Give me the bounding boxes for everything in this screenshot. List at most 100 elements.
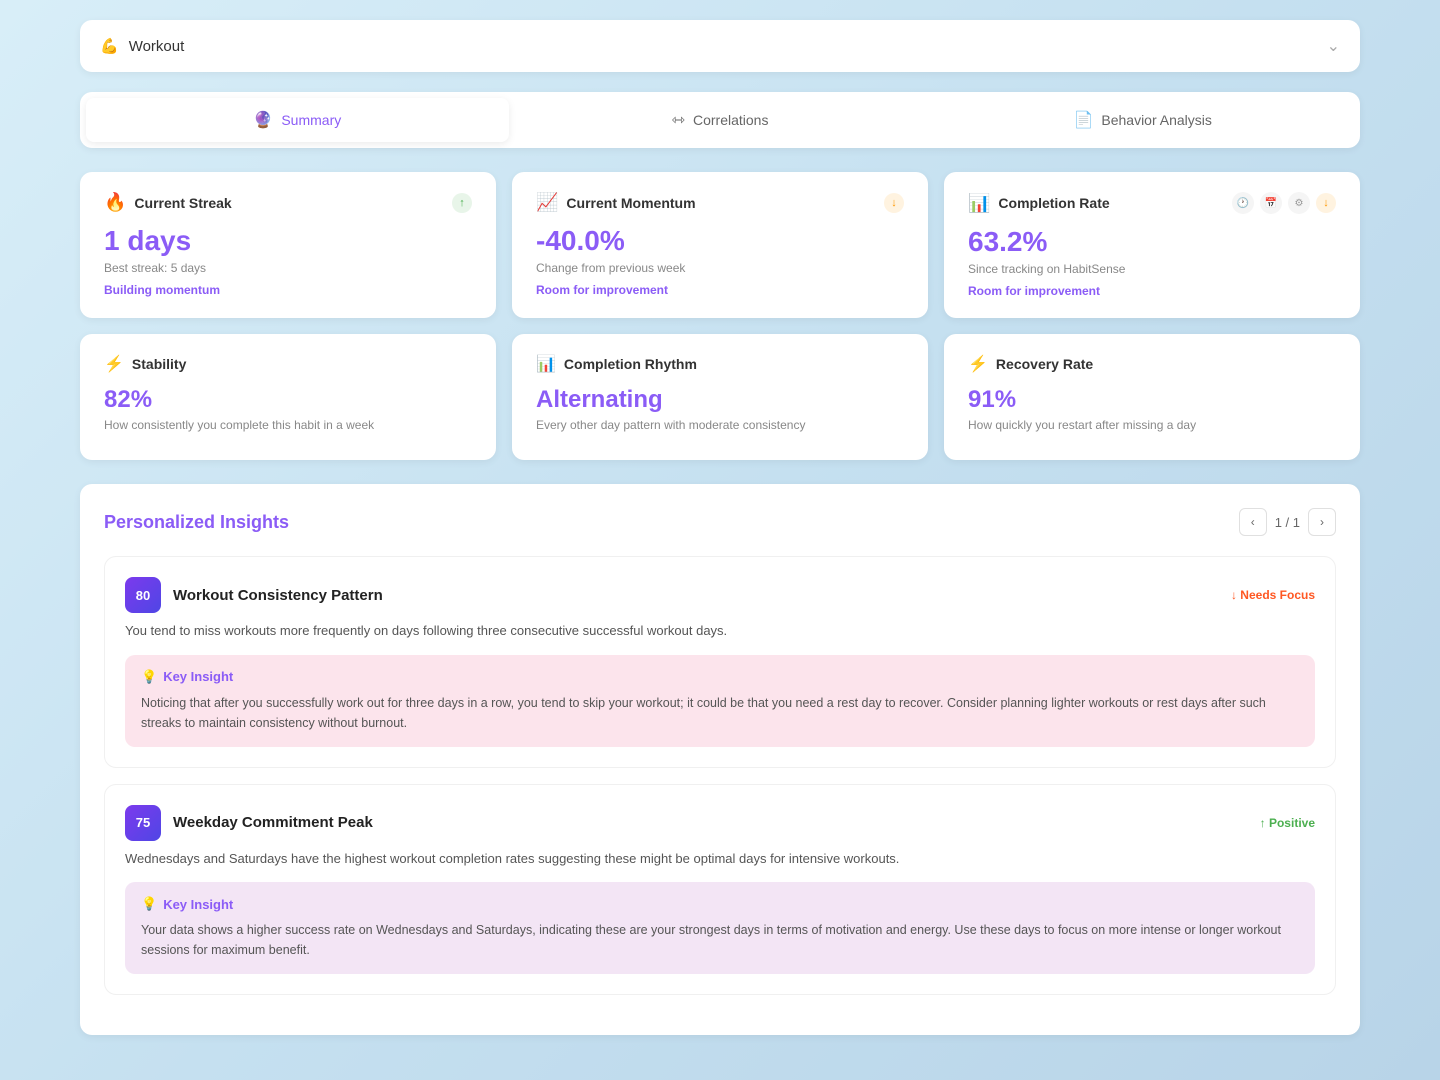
stability-title: Stability — [132, 356, 186, 372]
recovery-rate-card: ⚡ Recovery Rate 91% How quickly you rest… — [944, 334, 1360, 460]
chevron-down-icon: ⌄ — [1327, 36, 1340, 56]
completion-rate-subtitle: Since tracking on HabitSense — [968, 262, 1336, 276]
insight-0-key-text: Noticing that after you successfully wor… — [141, 693, 1299, 733]
clock-icon: 🕐 — [1232, 192, 1254, 214]
tab-summary[interactable]: 🔮 Summary — [86, 98, 509, 142]
completion-rate-card: 📊 Completion Rate 🕐 📅 ⚙ ↓ 63.2% Since tr… — [944, 172, 1360, 318]
workout-selector[interactable]: 💪 Workout ⌄ — [80, 20, 1360, 72]
completion-rate-header-icons: 🕐 📅 ⚙ ↓ — [1232, 192, 1336, 214]
insight-0-key-box: 💡 Key Insight Noticing that after you su… — [125, 655, 1315, 747]
insights-pagination: ‹ 1 / 1 › — [1239, 508, 1336, 536]
current-streak-title: Current Streak — [134, 195, 231, 211]
stability-header: ⚡ Stability — [104, 354, 472, 374]
completion-rhythm-title-group: 📊 Completion Rhythm — [536, 354, 697, 374]
workout-selector-content: 💪 Workout — [100, 37, 184, 55]
current-streak-subtitle: Best streak: 5 days — [104, 261, 472, 275]
current-momentum-header: 📈 Current Momentum ↓ — [536, 192, 904, 213]
insight-0-key-label: Key Insight — [163, 669, 233, 684]
stability-desc: How consistently you complete this habit… — [104, 418, 472, 432]
insight-card-1: 75 Weekday Commitment Peak ↑ Positive We… — [104, 784, 1336, 996]
insight-card-0-left: 80 Workout Consistency Pattern — [125, 577, 383, 613]
current-momentum-tag: Room for improvement — [536, 283, 904, 297]
completion-rhythm-header: 📊 Completion Rhythm — [536, 354, 904, 374]
workout-emoji-icon: 💪 — [100, 37, 119, 55]
current-streak-card: 🔥 Current Streak ↑ 1 days Best streak: 5… — [80, 172, 496, 318]
correlations-tab-label: Correlations — [693, 112, 768, 128]
completion-rhythm-card: 📊 Completion Rhythm Alternating Every ot… — [512, 334, 928, 460]
insight-1-badge: ↑ Positive — [1260, 816, 1315, 830]
tab-correlations[interactable]: ⇿ Correlations — [509, 98, 932, 142]
current-momentum-subtitle: Change from previous week — [536, 261, 904, 275]
workout-selector-label: Workout — [129, 38, 185, 55]
insights-section: Personalized Insights ‹ 1 / 1 › 80 Worko… — [80, 484, 1360, 1035]
bar-chart-sm-icon: 📊 — [536, 354, 556, 374]
current-streak-tag: Building momentum — [104, 283, 472, 297]
summary-tab-label: Summary — [281, 112, 341, 128]
recovery-rate-title-group: ⚡ Recovery Rate — [968, 354, 1093, 374]
completion-rate-value: 63.2% — [968, 226, 1336, 258]
insight-1-score: 75 — [125, 805, 161, 841]
calendar-icon: 📅 — [1260, 192, 1282, 214]
current-streak-value: 1 days — [104, 225, 472, 257]
current-momentum-title-group: 📈 Current Momentum — [536, 192, 696, 213]
summary-tab-icon: 🔮 — [253, 110, 273, 130]
recovery-rate-value: 91% — [968, 386, 1336, 414]
completion-rate-title: Completion Rate — [998, 195, 1109, 211]
insight-1-key-header: 💡 Key Insight — [141, 896, 1299, 912]
insight-1-key-label: Key Insight — [163, 897, 233, 912]
insight-0-key-header: 💡 Key Insight — [141, 669, 1299, 685]
insight-1-key-text: Your data shows a higher success rate on… — [141, 920, 1299, 960]
completion-rate-header: 📊 Completion Rate 🕐 📅 ⚙ ↓ — [968, 192, 1336, 214]
pagination-next-button[interactable]: › — [1308, 508, 1336, 536]
trending-up-icon: 📈 — [536, 192, 558, 213]
current-momentum-title: Current Momentum — [566, 195, 695, 211]
insight-1-title: Weekday Commitment Peak — [173, 814, 373, 831]
behavior-tab-icon: 📄 — [1073, 110, 1093, 130]
flame-icon: 🔥 — [104, 192, 126, 213]
insights-title: Personalized Insights — [104, 512, 289, 533]
tabs-container: 🔮 Summary ⇿ Correlations 📄 Behavior Anal… — [80, 92, 1360, 148]
stability-title-group: ⚡ Stability — [104, 354, 186, 374]
tab-behavior-analysis[interactable]: 📄 Behavior Analysis — [931, 98, 1354, 142]
completion-rhythm-value: Alternating — [536, 386, 904, 414]
recovery-lightning-icon: ⚡ — [968, 354, 988, 374]
insight-card-0: 80 Workout Consistency Pattern ↓ Needs F… — [104, 556, 1336, 768]
completion-rate-title-group: 📊 Completion Rate — [968, 193, 1110, 214]
correlations-tab-icon: ⇿ — [672, 110, 685, 130]
insight-0-score: 80 — [125, 577, 161, 613]
recovery-rate-desc: How quickly you restart after missing a … — [968, 418, 1336, 432]
insight-card-1-header: 75 Weekday Commitment Peak ↑ Positive — [125, 805, 1315, 841]
current-streak-header: 🔥 Current Streak ↑ — [104, 192, 472, 213]
current-momentum-card: 📈 Current Momentum ↓ -40.0% Change from … — [512, 172, 928, 318]
stats-row-2: ⚡ Stability 82% How consistently you com… — [80, 334, 1360, 460]
pagination-prev-button[interactable]: ‹ — [1239, 508, 1267, 536]
completion-rate-tag: Room for improvement — [968, 284, 1336, 298]
bar-chart-icon: 📊 — [968, 193, 990, 214]
lightning-icon: ⚡ — [104, 354, 124, 374]
current-momentum-value: -40.0% — [536, 225, 904, 257]
recovery-rate-header: ⚡ Recovery Rate — [968, 354, 1336, 374]
completion-rhythm-title: Completion Rhythm — [564, 356, 697, 372]
stats-row-1: 🔥 Current Streak ↑ 1 days Best streak: 5… — [80, 172, 1360, 318]
settings-icon: ⚙ — [1288, 192, 1310, 214]
insight-0-desc: You tend to miss workouts more frequentl… — [125, 621, 1315, 641]
lightbulb-icon-0: 💡 — [141, 669, 157, 685]
insight-card-0-header: 80 Workout Consistency Pattern ↓ Needs F… — [125, 577, 1315, 613]
insight-card-1-left: 75 Weekday Commitment Peak — [125, 805, 373, 841]
insight-1-desc: Wednesdays and Saturdays have the highes… — [125, 849, 1315, 869]
stability-card: ⚡ Stability 82% How consistently you com… — [80, 334, 496, 460]
insight-0-title: Workout Consistency Pattern — [173, 587, 383, 604]
momentum-badge: ↓ — [884, 193, 904, 213]
stability-value: 82% — [104, 386, 472, 414]
streak-badge: ↑ — [452, 193, 472, 213]
lightbulb-icon-1: 💡 — [141, 896, 157, 912]
pagination-count: 1 / 1 — [1275, 515, 1300, 530]
insight-1-key-box: 💡 Key Insight Your data shows a higher s… — [125, 882, 1315, 974]
insights-header: Personalized Insights ‹ 1 / 1 › — [104, 508, 1336, 536]
recovery-rate-title: Recovery Rate — [996, 356, 1093, 372]
completion-rate-badge: ↓ — [1316, 193, 1336, 213]
current-streak-title-group: 🔥 Current Streak — [104, 192, 232, 213]
insight-0-badge: ↓ Needs Focus — [1231, 588, 1315, 602]
completion-rhythm-desc: Every other day pattern with moderate co… — [536, 418, 904, 432]
behavior-tab-label: Behavior Analysis — [1101, 112, 1212, 128]
